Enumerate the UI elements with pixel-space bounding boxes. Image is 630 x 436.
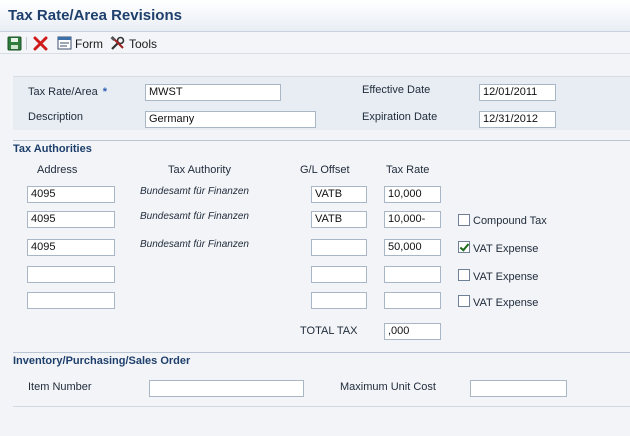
column-header-tax-rate: Tax Rate (386, 164, 430, 176)
bottom-divider (13, 406, 630, 407)
cancel-button[interactable] (33, 35, 48, 52)
tax-rate-area-label: Tax Rate/Area * (28, 86, 107, 98)
total-tax-value: ,000 (384, 323, 441, 340)
tax-rate-input-row-3[interactable]: 50,000 (384, 239, 441, 256)
expiration-date-label: Expiration Date (362, 111, 438, 123)
description-label: Description (28, 111, 84, 123)
item-number-label: Item Number (28, 381, 92, 393)
address-input-row-3[interactable]: 4095 (27, 239, 115, 256)
item-number-input[interactable] (149, 380, 304, 397)
tax-authority-name-row-2: Bundesamt für Finanzen (140, 211, 249, 222)
vat-expense-checkbox-row-3[interactable] (458, 241, 470, 253)
gl-offset-input-row-3[interactable] (311, 239, 367, 256)
vat-expense-checkbox-row-5[interactable] (458, 295, 470, 307)
gl-offset-input-row-4[interactable] (311, 266, 367, 283)
address-input-row-1[interactable]: 4095 (27, 186, 115, 203)
tax-rate-input-row-2[interactable]: 10,000- (384, 211, 441, 228)
vat-expense-label-row-3: VAT Expense (473, 243, 539, 255)
tax-authorities-title: Tax Authorities (13, 143, 92, 155)
max-unit-cost-input[interactable] (470, 380, 567, 397)
form-menu-button[interactable]: Form (57, 35, 103, 52)
address-input-row-5[interactable] (27, 292, 115, 309)
title-bar: Tax Rate/Area Revisions (0, 0, 630, 32)
toolbar-separator (26, 37, 27, 50)
tools-menu-label: Tools (129, 36, 158, 51)
vat-expense-label-row-4: VAT Expense (473, 271, 539, 283)
column-header-gl-offset: G/L Offset (300, 164, 350, 176)
close-icon (33, 36, 48, 51)
tax-rate-input-row-1[interactable]: 10,000 (384, 186, 441, 203)
expiration-date-input[interactable]: 12/31/2012 (479, 111, 556, 128)
gl-offset-input-row-5[interactable] (311, 292, 367, 309)
vat-expense-checkbox-row-4[interactable] (458, 269, 470, 281)
window-title: Tax Rate/Area Revisions (8, 7, 182, 24)
total-tax-label: TOTAL TAX (300, 325, 358, 337)
tax-authority-name-row-3: Bundesamt für Finanzen (140, 239, 249, 250)
gl-offset-input-row-2[interactable]: VATB (311, 211, 367, 228)
vat-expense-label-row-5: VAT Expense (473, 297, 539, 309)
tax-rate-input-row-4[interactable] (384, 266, 441, 283)
form-icon (57, 36, 72, 50)
save-button[interactable] (7, 35, 22, 52)
effective-date-label: Effective Date (362, 84, 431, 96)
effective-date-input[interactable]: 12/01/2011 (479, 84, 556, 101)
gl-offset-input-row-1[interactable]: VATB (311, 186, 367, 203)
address-input-row-4[interactable] (27, 266, 115, 283)
tax-rate-input-row-5[interactable] (384, 292, 441, 309)
compound-tax-checkbox-row-2[interactable] (458, 214, 470, 226)
save-icon (7, 36, 22, 51)
column-header-address: Address (37, 164, 78, 176)
tax-rate-area-input[interactable]: MWST (145, 84, 281, 101)
column-header-tax-authority: Tax Authority (168, 164, 231, 176)
tax-authority-name-row-1: Bundesamt für Finanzen (140, 186, 249, 197)
tools-icon (110, 36, 125, 50)
toolbar: Form Tools (0, 32, 630, 54)
description-input[interactable]: Germany (145, 111, 316, 128)
tools-menu-button[interactable]: Tools (110, 35, 157, 52)
required-marker: * (102, 86, 107, 98)
compound-tax-label-row-2: Compound Tax (473, 215, 547, 227)
inventory-section: Inventory/Purchasing/Sales Order (13, 352, 630, 406)
inventory-section-title: Inventory/Purchasing/Sales Order (13, 355, 191, 367)
form-menu-label: Form (75, 36, 103, 51)
address-input-row-2[interactable]: 4095 (27, 211, 115, 228)
max-unit-cost-label: Maximum Unit Cost (340, 381, 436, 393)
